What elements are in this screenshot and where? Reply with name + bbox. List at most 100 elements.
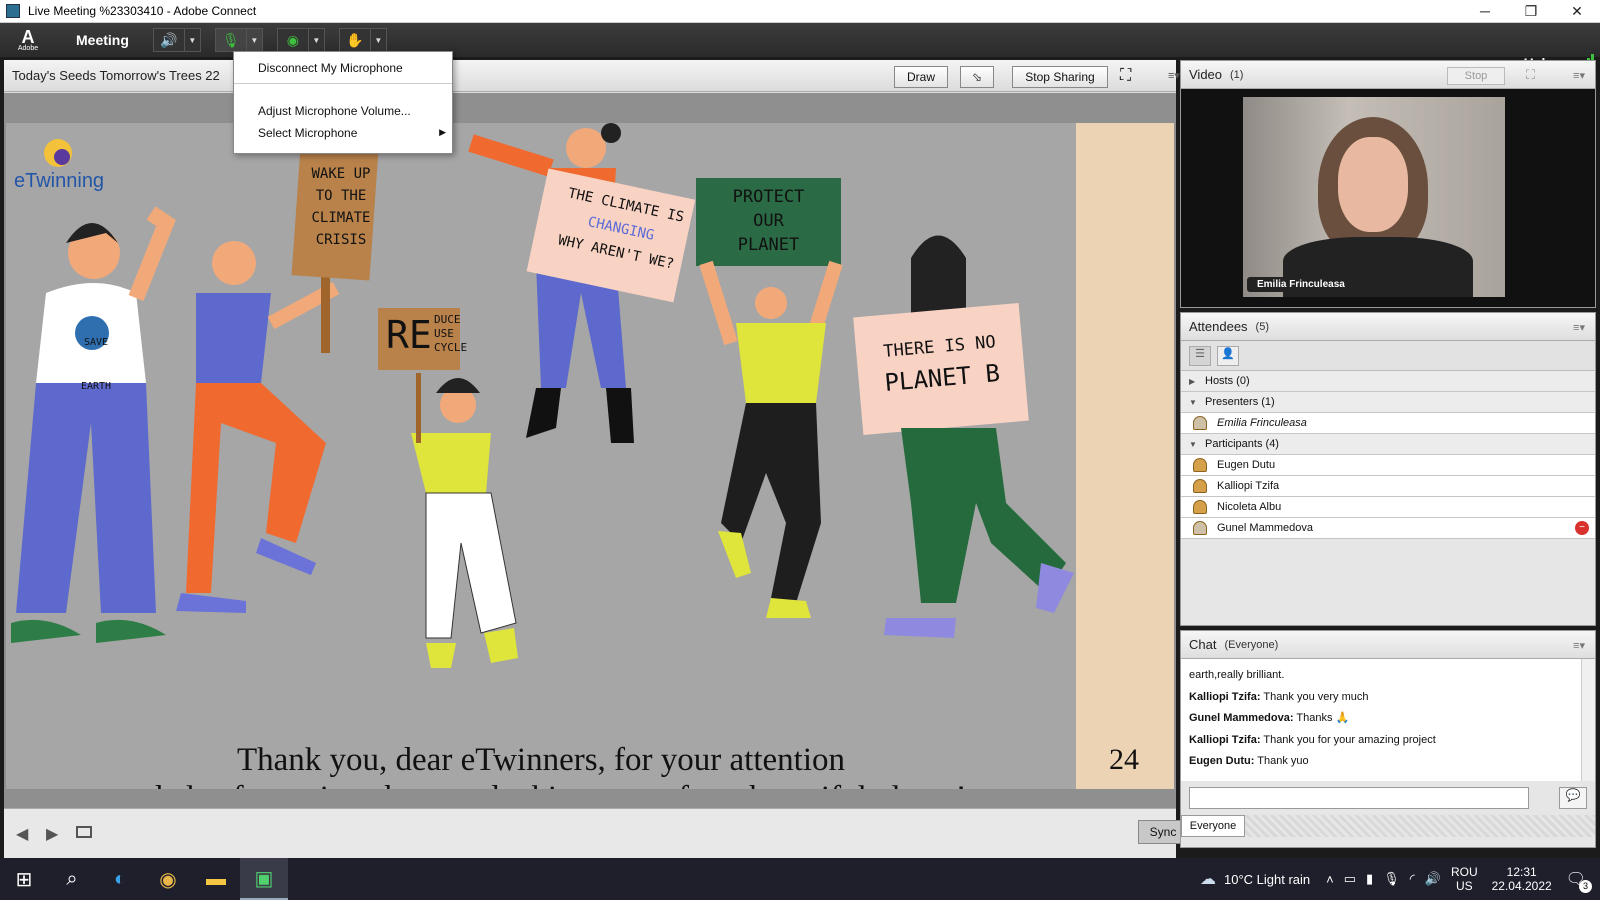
collapse-arrow-icon: ▼ bbox=[1189, 397, 1197, 407]
microphone-dropdown-menu: Disconnect My Microphone Adjust Micropho… bbox=[233, 51, 453, 154]
clock[interactable]: 12:31 22.04.2022 bbox=[1492, 865, 1552, 893]
windows-start-icon[interactable]: ⊞ bbox=[0, 858, 48, 900]
attendee-row[interactable]: Gunel Mammedova − bbox=[1181, 518, 1595, 539]
participants-group[interactable]: ▼ Participants (4) bbox=[1181, 434, 1595, 455]
webcam-icon[interactable]: ◉ bbox=[278, 29, 308, 51]
stop-video-button[interactable]: Stop bbox=[1447, 67, 1505, 85]
thumbnail-toggle-icon[interactable] bbox=[76, 826, 92, 838]
speaker-icon[interactable]: 🔊 bbox=[154, 29, 184, 51]
attendee-row[interactable]: Emilia Frinculeasa bbox=[1181, 413, 1595, 434]
participant-icon bbox=[1193, 458, 1207, 472]
previous-arrow-icon[interactable]: ◀ bbox=[16, 824, 28, 844]
volume-icon[interactable]: 🔊 bbox=[1425, 871, 1441, 887]
chat-message: Kalliopi Tzifa: Thank you very much bbox=[1189, 690, 1369, 703]
notifications-icon[interactable]: 🗨 3 bbox=[1566, 869, 1592, 893]
submenu-arrow-icon: ▶ bbox=[439, 127, 446, 137]
search-icon[interactable]: ⌕ bbox=[48, 858, 96, 900]
thank-you-message: Thank you, dear eTwinners, for your atte… bbox=[115, 742, 966, 789]
presenters-group[interactable]: ▼ Presenters (1) bbox=[1181, 392, 1595, 413]
stop-sharing-button[interactable]: Stop Sharing bbox=[1012, 66, 1108, 88]
microphone-button[interactable]: 🎙 ▼ bbox=[214, 28, 263, 52]
chat-pod-header: Chat (Everyone) ≡▾ bbox=[1181, 631, 1595, 659]
chat-input-row: 💬 bbox=[1181, 781, 1595, 815]
window-title: Live Meeting %23303410 - Adobe Connect bbox=[28, 4, 257, 18]
share-pod-header: Today's Seeds Tomorrow's Trees 22 Draw ⬂… bbox=[4, 60, 1180, 92]
status-view-icon[interactable]: 👤 bbox=[1217, 345, 1239, 366]
disconnect-microphone-item[interactable]: Disconnect My Microphone bbox=[258, 61, 403, 75]
raise-hand-button[interactable]: ✋ ▼ bbox=[338, 28, 387, 52]
webcam-button[interactable]: ◉ ▼ bbox=[276, 28, 325, 52]
chevron-down-icon[interactable]: ▼ bbox=[307, 29, 324, 51]
pod-menu-icon[interactable]: ≡▾ bbox=[1573, 69, 1585, 82]
participant-icon bbox=[1193, 500, 1207, 514]
adobe-connect-taskbar-icon[interactable]: ▣ bbox=[240, 858, 288, 900]
input-language[interactable]: ROU US bbox=[1451, 865, 1478, 893]
raise-hand-icon[interactable]: ✋ bbox=[340, 29, 370, 51]
chat-scrollbar[interactable] bbox=[1581, 659, 1595, 781]
chevron-up-icon[interactable]: ˄ bbox=[1326, 872, 1334, 887]
chat-tab-everyone[interactable]: Everyone bbox=[1181, 815, 1245, 837]
attendee-row[interactable]: Eugen Dutu bbox=[1181, 455, 1595, 476]
shirt-text: SAVE EARTH bbox=[80, 337, 112, 392]
next-arrow-icon[interactable]: ▶ bbox=[46, 824, 58, 844]
list-view-icon[interactable]: ☰ bbox=[1189, 345, 1211, 366]
pointer-icon: ⬂ bbox=[971, 70, 983, 84]
share-pod-footer: ◀ ▶ Sync bbox=[4, 808, 1188, 858]
right-pods-column: Video (1) Stop ⛶ ≡▾ Emilia Frinculeasa A… bbox=[1180, 60, 1598, 858]
attendee-row[interactable]: Kalliopi Tzifa bbox=[1181, 476, 1595, 497]
chat-pod-title: Chat bbox=[1189, 637, 1217, 652]
share-pod: Today's Seeds Tomorrow's Trees 22 Draw ⬂… bbox=[4, 60, 1188, 858]
minimize-button[interactable]: ─ bbox=[1462, 0, 1508, 22]
pod-menu-icon[interactable]: ≡▾ bbox=[1573, 639, 1585, 652]
chevron-down-icon[interactable]: ▼ bbox=[369, 29, 386, 51]
collapse-arrow-icon: ▼ bbox=[1189, 439, 1197, 449]
meeting-menu[interactable]: Meeting bbox=[76, 32, 129, 48]
wifi-icon[interactable]: ◜ bbox=[1410, 871, 1415, 887]
adjust-microphone-volume-item[interactable]: Adjust Microphone Volume... bbox=[258, 104, 411, 118]
send-message-icon[interactable]: 💬 bbox=[1559, 787, 1587, 809]
etwinning-logo-text: eTwinning bbox=[14, 170, 105, 192]
draw-button[interactable]: Draw bbox=[894, 66, 948, 88]
microphone-icon[interactable]: 🎙 bbox=[216, 29, 246, 51]
pod-menu-icon[interactable]: ≡▾ bbox=[1168, 69, 1180, 82]
restore-button[interactable]: ❐ bbox=[1508, 0, 1554, 22]
close-button[interactable]: ✕ bbox=[1554, 0, 1600, 22]
chrome-browser-icon[interactable]: ◉ bbox=[144, 858, 192, 900]
share-pod-title: Today's Seeds Tomorrow's Trees 22 bbox=[12, 68, 220, 83]
chat-pod: Chat (Everyone) ≡▾ earth,really brillian… bbox=[1180, 630, 1596, 848]
meet-now-icon[interactable]: ▭ bbox=[1344, 871, 1356, 887]
file-explorer-icon[interactable]: ▬ bbox=[192, 858, 240, 900]
shared-screen-area: eTwinning WAKE UP TO THE CLIMATE CRISIS RE … bbox=[4, 93, 1176, 838]
notification-count-badge: 3 bbox=[1579, 880, 1592, 893]
pointer-tool-button[interactable]: ⬂ bbox=[960, 66, 994, 88]
video-name-label: Emilia Frinculeasa bbox=[1247, 277, 1355, 292]
hosts-group[interactable]: ▶ Hosts (0) bbox=[1181, 371, 1595, 392]
chevron-down-icon[interactable]: ▼ bbox=[245, 29, 262, 51]
attendees-count: (5) bbox=[1255, 320, 1269, 333]
attendees-pod-title: Attendees bbox=[1189, 319, 1248, 334]
select-microphone-item[interactable]: Select Microphone bbox=[258, 126, 357, 140]
sign-protect-our-planet: PROTECT OUR PLANET bbox=[732, 187, 805, 255]
chat-input[interactable] bbox=[1189, 787, 1529, 809]
chat-message: Gunel Mammedova: Thanks 🙏 bbox=[1189, 712, 1350, 724]
sign-no-planet-b: THERE IS NO PLANET B bbox=[882, 332, 1002, 397]
attendees-view-toggle: ☰ 👤 bbox=[1181, 341, 1595, 371]
attendees-pod-header: Attendees (5) ≡▾ bbox=[1181, 313, 1595, 341]
video-pod-header: Video (1) Stop ⛶ ≡▾ bbox=[1181, 61, 1595, 89]
fullscreen-icon[interactable]: ⛶ bbox=[1120, 67, 1131, 85]
sign-reduce-reuse-recycle: RE DUCE USE CYCLE bbox=[386, 313, 468, 357]
microphone-tray-icon[interactable]: 🎙 bbox=[1383, 871, 1400, 887]
pod-menu-icon[interactable]: ≡▾ bbox=[1573, 321, 1585, 334]
status-away-icon: − bbox=[1575, 521, 1589, 535]
fullscreen-icon[interactable]: ⛶ bbox=[1526, 67, 1535, 83]
speaker-button[interactable]: 🔊 ▼ bbox=[152, 28, 201, 52]
slide-side-band bbox=[1076, 123, 1174, 789]
edge-browser-icon[interactable]: ◐ bbox=[96, 858, 144, 900]
attendee-row[interactable]: Nicoleta Albu bbox=[1181, 497, 1595, 518]
battery-icon[interactable]: ▮ bbox=[1366, 871, 1373, 887]
chevron-down-icon[interactable]: ▼ bbox=[183, 29, 200, 51]
slide-page-number: 24 bbox=[1109, 743, 1139, 776]
chat-scope: (Everyone) bbox=[1224, 638, 1279, 651]
weather-text[interactable]: 10°C Light rain bbox=[1224, 872, 1310, 887]
protest-illustration bbox=[11, 123, 1074, 668]
